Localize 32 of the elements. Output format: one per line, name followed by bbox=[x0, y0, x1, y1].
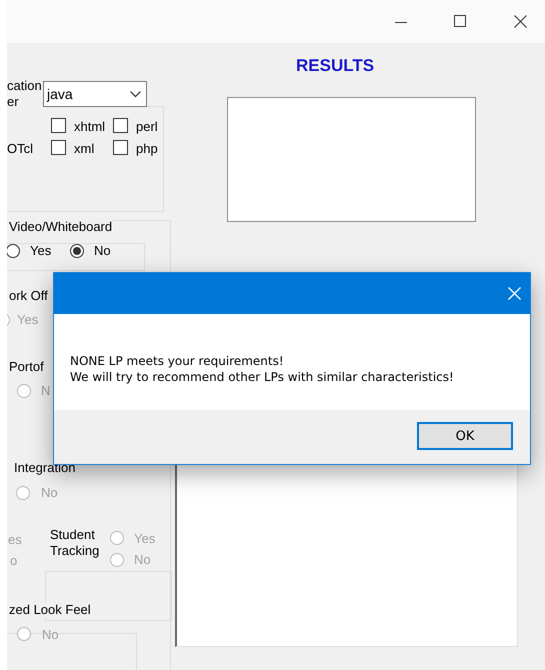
ok-button[interactable]: OK bbox=[417, 422, 513, 450]
radio-button[interactable] bbox=[7, 244, 20, 258]
radio-label: Yes bbox=[30, 243, 52, 258]
language-dropdown[interactable]: java bbox=[43, 81, 147, 107]
maximize-icon[interactable] bbox=[454, 15, 466, 27]
checkbox-label: perl bbox=[136, 119, 158, 134]
radio-label: No bbox=[42, 627, 59, 642]
radio-button[interactable] bbox=[70, 244, 84, 258]
group-label: zed Look Feel bbox=[9, 602, 91, 618]
checkbox[interactable] bbox=[113, 140, 128, 155]
checkbox[interactable] bbox=[113, 118, 128, 133]
checkbox-label: xml bbox=[74, 141, 94, 156]
radio-label: No bbox=[41, 485, 58, 500]
radio-label: No bbox=[134, 552, 151, 567]
radio-label: es bbox=[8, 532, 22, 547]
chevron-down-icon bbox=[130, 90, 141, 98]
dialog-message: NONE LP meets your requirements! We will try to recommend other LPs with similar characteristics! bbox=[70, 353, 454, 385]
close-icon[interactable] bbox=[514, 15, 527, 28]
radio-label: Yes bbox=[17, 312, 38, 327]
radio-label: Yes bbox=[134, 531, 156, 546]
checkbox[interactable] bbox=[51, 140, 66, 155]
results-heading: RESULTS bbox=[296, 56, 374, 76]
radio-label: o bbox=[10, 553, 18, 568]
language-label: OTcl bbox=[7, 141, 33, 157]
minimize-icon[interactable] bbox=[395, 22, 407, 24]
radio-label: N bbox=[41, 383, 50, 398]
checkbox-label: php bbox=[136, 141, 158, 156]
checkbox[interactable] bbox=[51, 118, 66, 133]
group-label: Student Tracking bbox=[50, 527, 100, 559]
language-label: cation er bbox=[7, 78, 42, 110]
radio-label: No bbox=[94, 243, 111, 258]
checkbox-label: xhtml bbox=[74, 119, 106, 134]
